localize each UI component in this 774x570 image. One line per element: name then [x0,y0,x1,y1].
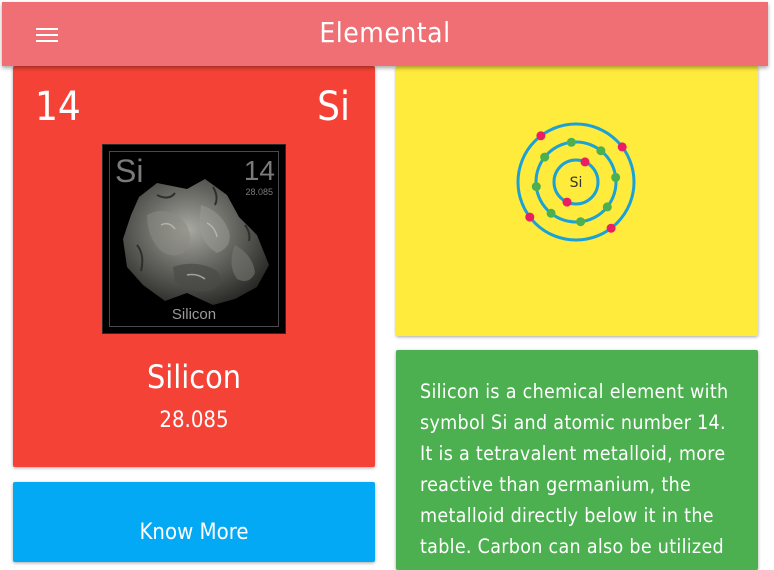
electron [596,146,606,156]
electron [531,182,541,192]
bohr-model-diagram: Si [516,122,636,242]
atomic-number: 14 [35,84,81,130]
electron [606,223,616,233]
electron [576,217,586,227]
element-name: Silicon [147,358,241,396]
electron [525,212,535,222]
tile-atomic-mass: 28.085 [245,187,273,197]
electron [602,202,612,212]
description-text: Silicon is a chemical element with symbo… [420,380,729,558]
know-more-button[interactable]: Know More [13,482,375,562]
app-bar: Elemental [2,2,768,66]
element-image: Si 14 28.085 Silicon [102,144,286,334]
atomic-mass: 28.085 [159,408,229,433]
tile-atomic-number: 14 [243,155,275,186]
element-card: 14 Si Si 14 28.085 Silicon Silicon 28.08… [13,66,375,467]
electron [566,137,576,147]
electron [580,157,590,167]
nucleus-label: Si [570,175,583,191]
tile-symbol: Si [115,153,144,189]
electron [562,197,572,207]
electron [540,152,550,162]
description-card: Silicon is a chemical element with symbo… [396,350,758,570]
element-symbol: Si [317,84,350,130]
bohr-model-card: Si [396,66,758,336]
know-more-label: Know More [139,520,249,545]
electron [546,208,556,218]
tile-element-name: Silicon [171,306,217,323]
electron [536,131,546,141]
electron [617,142,627,152]
electron [611,172,621,182]
app-title: Elemental [319,16,451,49]
